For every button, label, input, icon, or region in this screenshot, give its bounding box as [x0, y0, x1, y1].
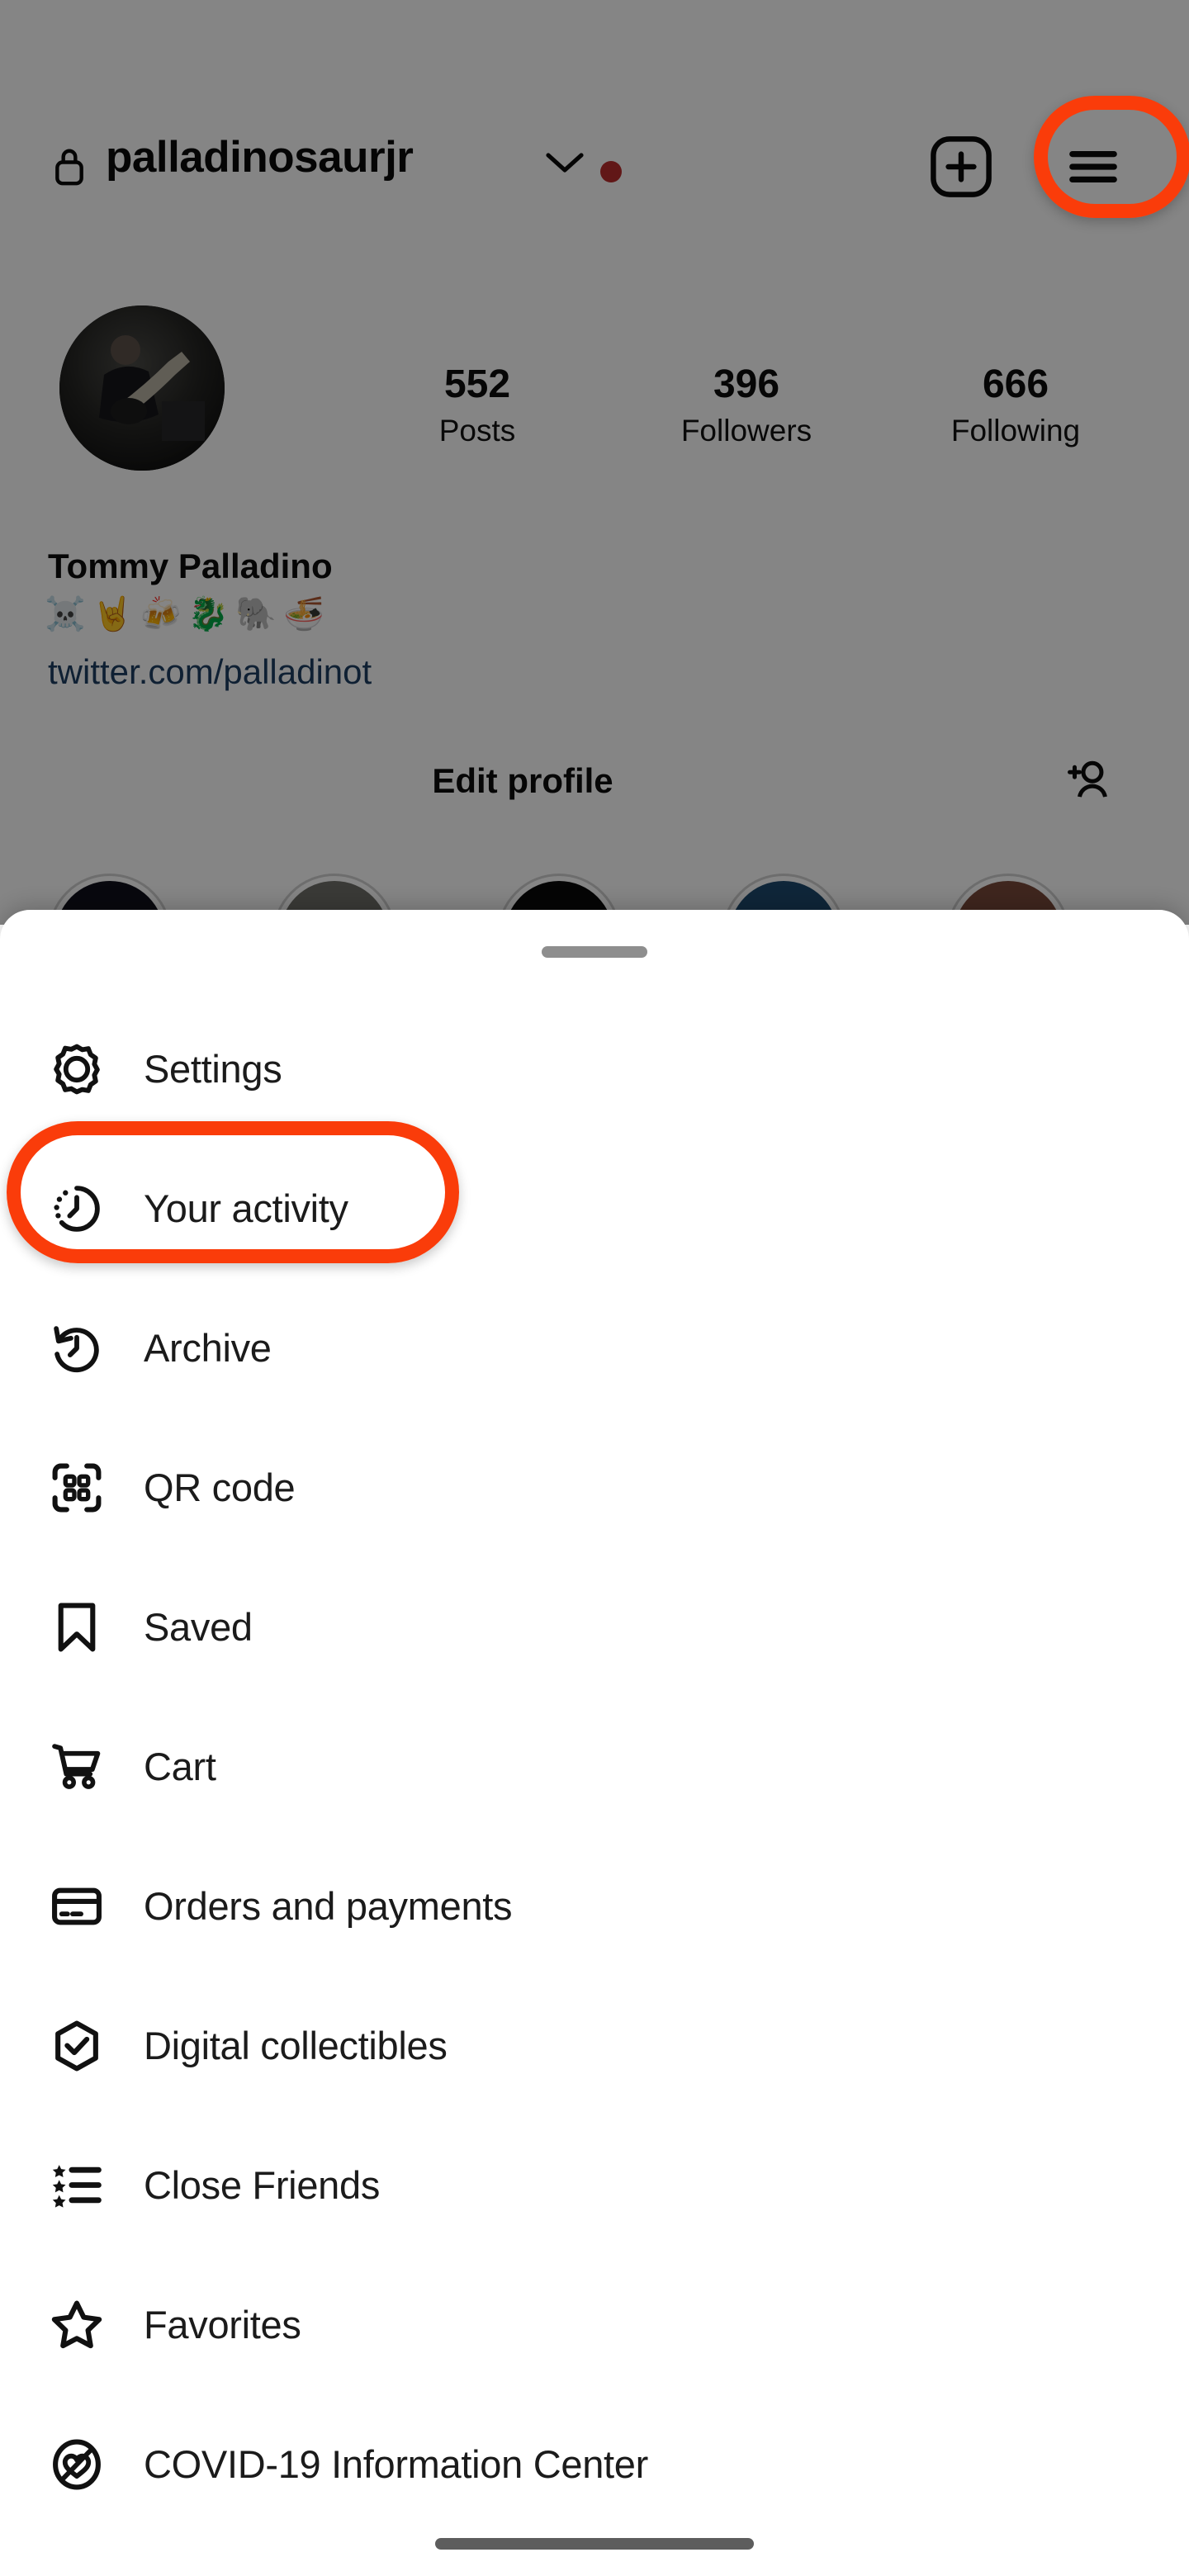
stat-following[interactable]: 666 Following — [917, 362, 1115, 448]
stat-label: Following — [950, 413, 1081, 447]
menu-bottom-sheet: Settings Your activity Archive QR code S… — [0, 910, 1189, 2576]
menu-item-label: Close Friends — [144, 2163, 381, 2207]
star-list-icon — [46, 2155, 107, 2216]
hamburger-menu-button[interactable] — [1059, 132, 1128, 201]
menu-item-label: Cart — [144, 1745, 216, 1788]
stat-label: Followers — [680, 413, 812, 447]
menu-item-archive[interactable]: Archive — [0, 1278, 1189, 1418]
menu-item-label: Saved — [144, 1605, 253, 1649]
menu-item-label: Favorites — [144, 2303, 301, 2346]
full-name: Tommy Palladino — [48, 547, 333, 585]
menu-item-favorites[interactable]: Favorites — [0, 2255, 1189, 2394]
stat-posts[interactable]: 552 Posts — [378, 362, 576, 448]
new-post-button[interactable] — [926, 132, 996, 201]
credit-card-icon — [46, 1876, 107, 1937]
bookmark-icon — [46, 1597, 107, 1658]
menu-item-digital-collectibles[interactable]: Digital collectibles — [0, 1976, 1189, 2115]
lock-icon — [51, 145, 88, 188]
shopping-cart-icon — [46, 1736, 107, 1797]
menu-item-covid-19-information-center[interactable]: COVID-19 Information Center — [0, 2394, 1189, 2534]
menu-item-orders-and-payments[interactable]: Orders and payments — [0, 1836, 1189, 1976]
activity-clock-icon — [46, 1178, 107, 1239]
bio-link[interactable]: twitter.com/palladinot — [48, 652, 372, 692]
username-label[interactable]: palladinosaurjr — [106, 132, 414, 182]
home-indicator — [435, 2538, 754, 2550]
menu-item-qr-code[interactable]: QR code — [0, 1418, 1189, 1557]
menu-item-settings[interactable]: Settings — [0, 999, 1189, 1139]
add-person-icon — [1062, 755, 1113, 807]
stat-value: 396 — [713, 362, 780, 406]
gear-icon — [46, 1039, 107, 1100]
profile-content: palladinosaurjr 552 Posts 396 Followers … — [0, 0, 1189, 997]
menu-item-label: Archive — [144, 1326, 272, 1370]
menu-item-label: Digital collectibles — [144, 2024, 448, 2067]
heart-circle-icon — [46, 2434, 107, 2495]
edit-profile-button[interactable]: Edit profile — [36, 741, 1009, 821]
menu-item-close-friends[interactable]: Close Friends — [0, 2115, 1189, 2255]
bio-emoji-line: ☠️🤘🍻🐉🐘🍜 — [45, 595, 331, 633]
menu-item-cart[interactable]: Cart — [0, 1697, 1189, 1836]
stat-label: Posts — [438, 413, 516, 447]
stat-value: 552 — [443, 362, 511, 406]
menu-item-saved[interactable]: Saved — [0, 1557, 1189, 1697]
menu-item-label: Settings — [144, 1047, 282, 1091]
stat-followers[interactable]: 396 Followers — [647, 362, 846, 448]
star-outline-icon — [46, 2294, 107, 2356]
profile-top-bar: palladinosaurjr — [0, 124, 1189, 215]
menu-item-label: Orders and payments — [144, 1884, 513, 1928]
stat-value: 666 — [982, 362, 1049, 406]
menu-item-label: COVID-19 Information Center — [144, 2442, 648, 2486]
qr-code-icon — [46, 1457, 107, 1518]
menu-item-label: Your activity — [144, 1186, 348, 1230]
menu-item-your-activity[interactable]: Your activity — [0, 1139, 1189, 1278]
chevron-down-icon[interactable] — [545, 150, 585, 175]
profile-backdrop: palladinosaurjr 552 Posts 396 Followers … — [0, 0, 1189, 997]
unread-dot — [600, 161, 622, 182]
add-person-button[interactable] — [1022, 741, 1153, 821]
menu-item-label: QR code — [144, 1466, 296, 1509]
archive-clock-back-icon — [46, 1318, 107, 1379]
hexagon-check-icon — [46, 2015, 107, 2076]
menu-list: Settings Your activity Archive QR code S… — [0, 999, 1189, 2534]
drag-handle[interactable] — [542, 946, 647, 958]
avatar[interactable] — [59, 305, 225, 471]
